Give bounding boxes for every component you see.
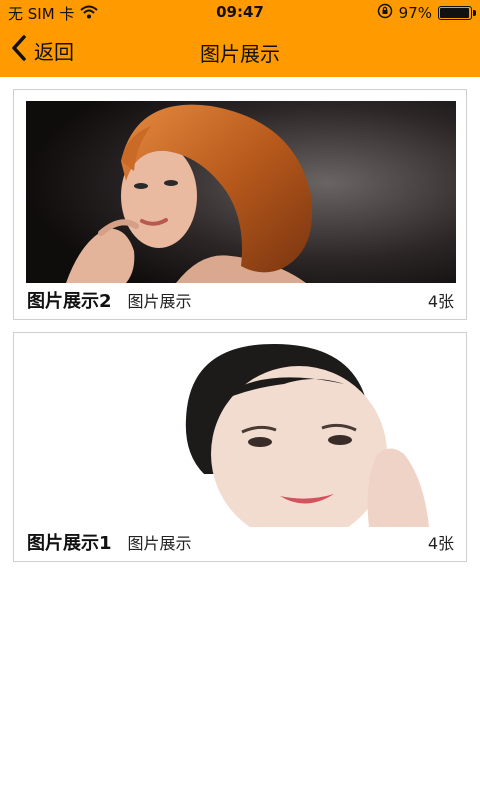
battery-icon [438, 6, 476, 20]
gallery-card[interactable]: 图片展示2 图片展示 4张 [13, 89, 467, 320]
gallery-title: 图片展示2 [27, 291, 112, 312]
nav-bar: 返回 图片展示 [0, 26, 480, 77]
gallery-caption: 图片展示1 图片展示 4张 [27, 529, 454, 554]
page-title: 图片展示 [200, 42, 280, 66]
photo-count: 4张 [427, 292, 454, 311]
gallery-thumbnail [14, 344, 466, 527]
gallery-card[interactable]: 图片展示1 图片展示 4张 [13, 332, 467, 562]
gallery-thumbnail [26, 101, 456, 283]
gallery-title: 图片展示1 [27, 533, 112, 554]
status-bar: 无 SIM 卡 09:47 97% [0, 0, 480, 26]
gallery-subtitle: 图片展示 [127, 292, 192, 311]
status-right: 97% [377, 3, 476, 23]
gallery-subtitle: 图片展示 [127, 534, 192, 553]
photo-count: 4张 [427, 534, 454, 553]
battery-fill [440, 8, 470, 18]
gallery-caption: 图片展示2 图片展示 4张 [27, 287, 454, 312]
battery-percent: 97% [398, 4, 432, 22]
rotation-lock-icon [377, 3, 393, 23]
